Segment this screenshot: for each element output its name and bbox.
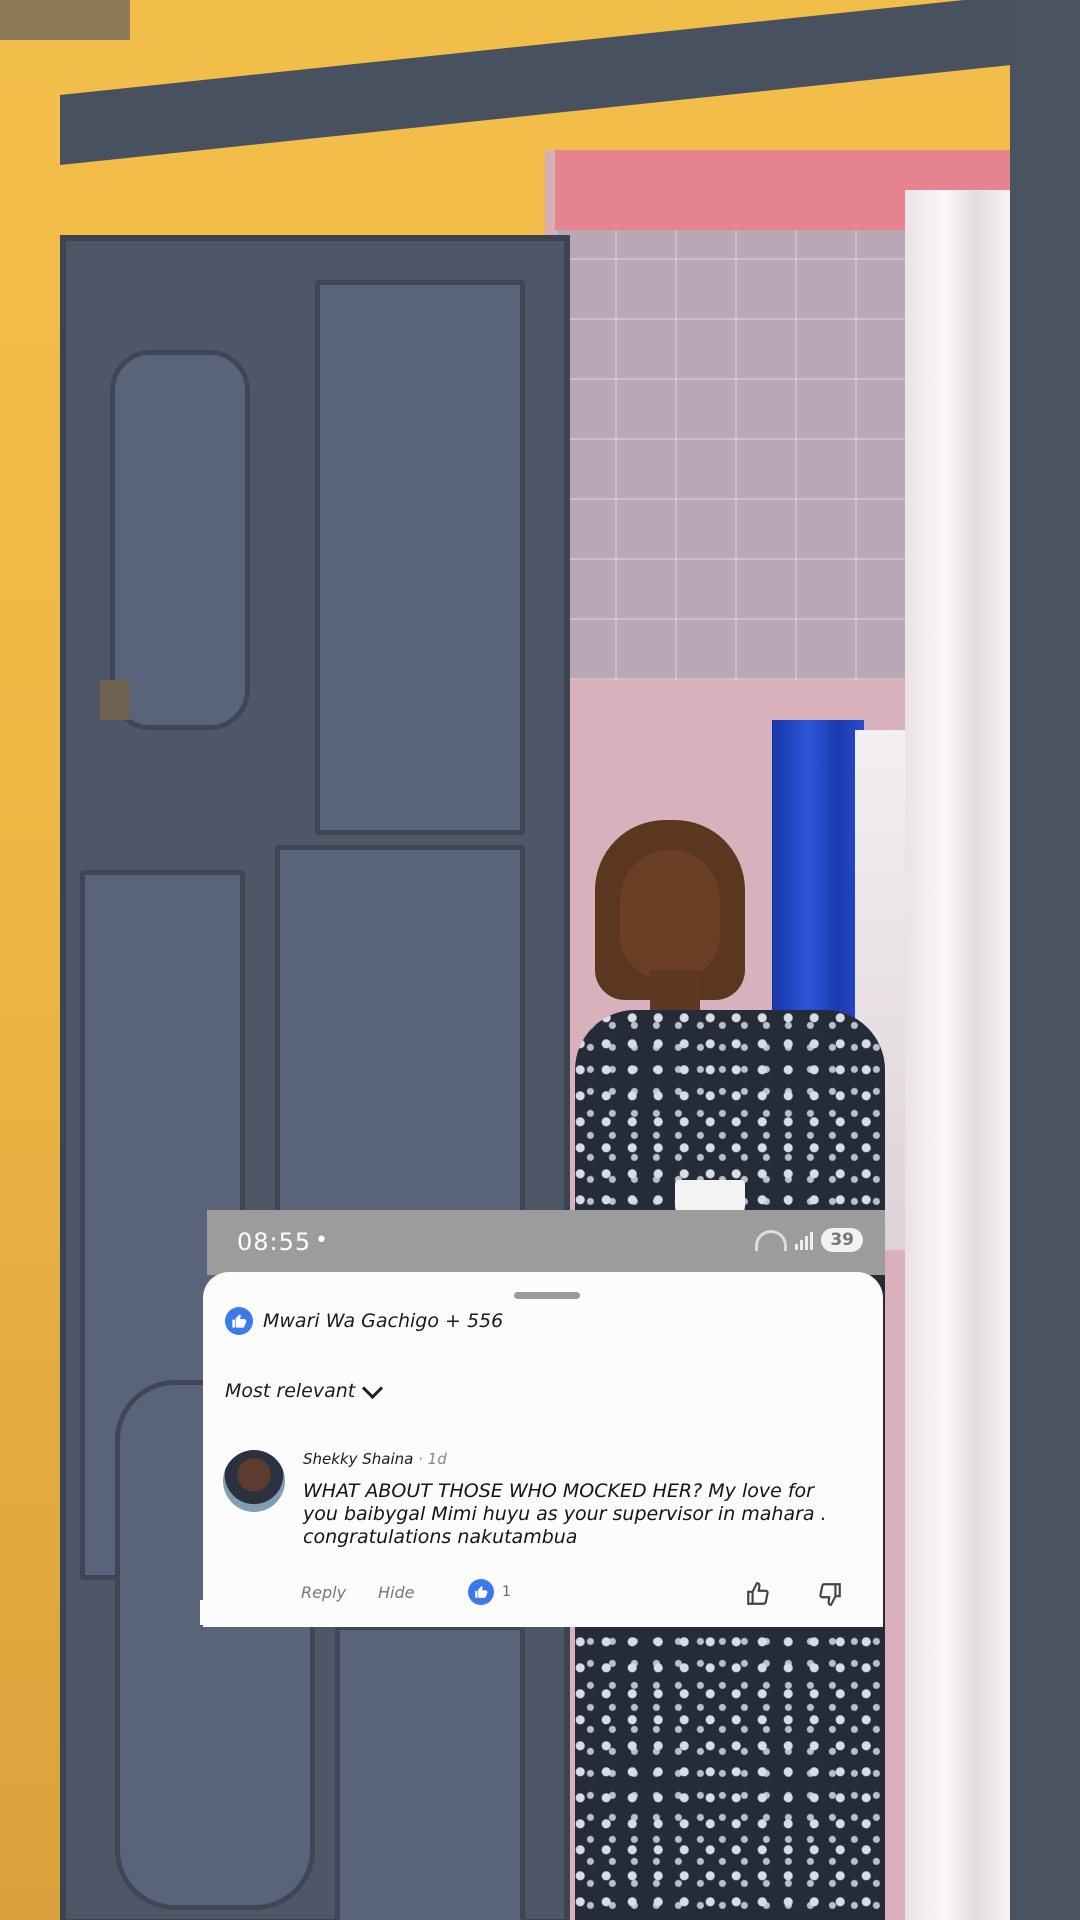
wifi-icon (755, 1229, 788, 1251)
status-time: 08:55 (237, 1228, 312, 1256)
wall-shadow (0, 0, 130, 40)
signal-icon (795, 1230, 814, 1250)
thumbs-down-outline-icon[interactable] (815, 1579, 845, 1609)
comment-reactions[interactable]: 1 (468, 1579, 511, 1605)
door-frame (1010, 0, 1080, 1920)
comment-author[interactable]: Shekky Shaina · 1d (303, 1450, 447, 1468)
thumbs-up-icon (225, 1307, 253, 1335)
metal-door (60, 235, 570, 1920)
reactions-label: Mwari Wa Gachigo + 556 (263, 1310, 504, 1332)
ceiling-tiles (555, 230, 955, 680)
comment-time: · 1d (413, 1450, 447, 1468)
reactions-summary[interactable]: Mwari Wa Gachigo + 556 (225, 1307, 503, 1335)
chevron-down-icon (362, 1377, 384, 1399)
comment-text: WHAT ABOUT THOSE WHO MOCKED HER? My love… (303, 1480, 827, 1548)
door-panel (315, 280, 525, 835)
door-panel (110, 350, 250, 730)
thumbs-up-outline-icon[interactable] (743, 1579, 773, 1609)
battery-icon: 39 (821, 1228, 863, 1252)
status-icons: 39 (755, 1228, 863, 1252)
avatar[interactable] (223, 1450, 285, 1512)
sort-label: Most relevant (225, 1380, 356, 1402)
notification-dot: • (315, 1228, 328, 1253)
door-hinge (100, 680, 130, 720)
comments-sheet: Mwari Wa Gachigo + 556 Most relevant She… (203, 1272, 883, 1627)
door-panel (335, 1625, 525, 1920)
reply-button[interactable]: Reply (301, 1583, 346, 1602)
sheet-grabber[interactable] (514, 1292, 580, 1299)
sort-dropdown[interactable]: Most relevant (225, 1377, 384, 1402)
status-bar: 08:55 • 39 (207, 1210, 885, 1275)
thumbs-up-icon (468, 1579, 494, 1605)
hide-button[interactable]: Hide (378, 1583, 414, 1602)
woman-face (620, 850, 720, 980)
like-count: 1 (502, 1584, 511, 1600)
comment-author-name: Shekky Shaina (303, 1450, 414, 1468)
comment-actions: Reply Hide 1 (203, 1577, 883, 1617)
background-photo (0, 0, 1080, 1920)
